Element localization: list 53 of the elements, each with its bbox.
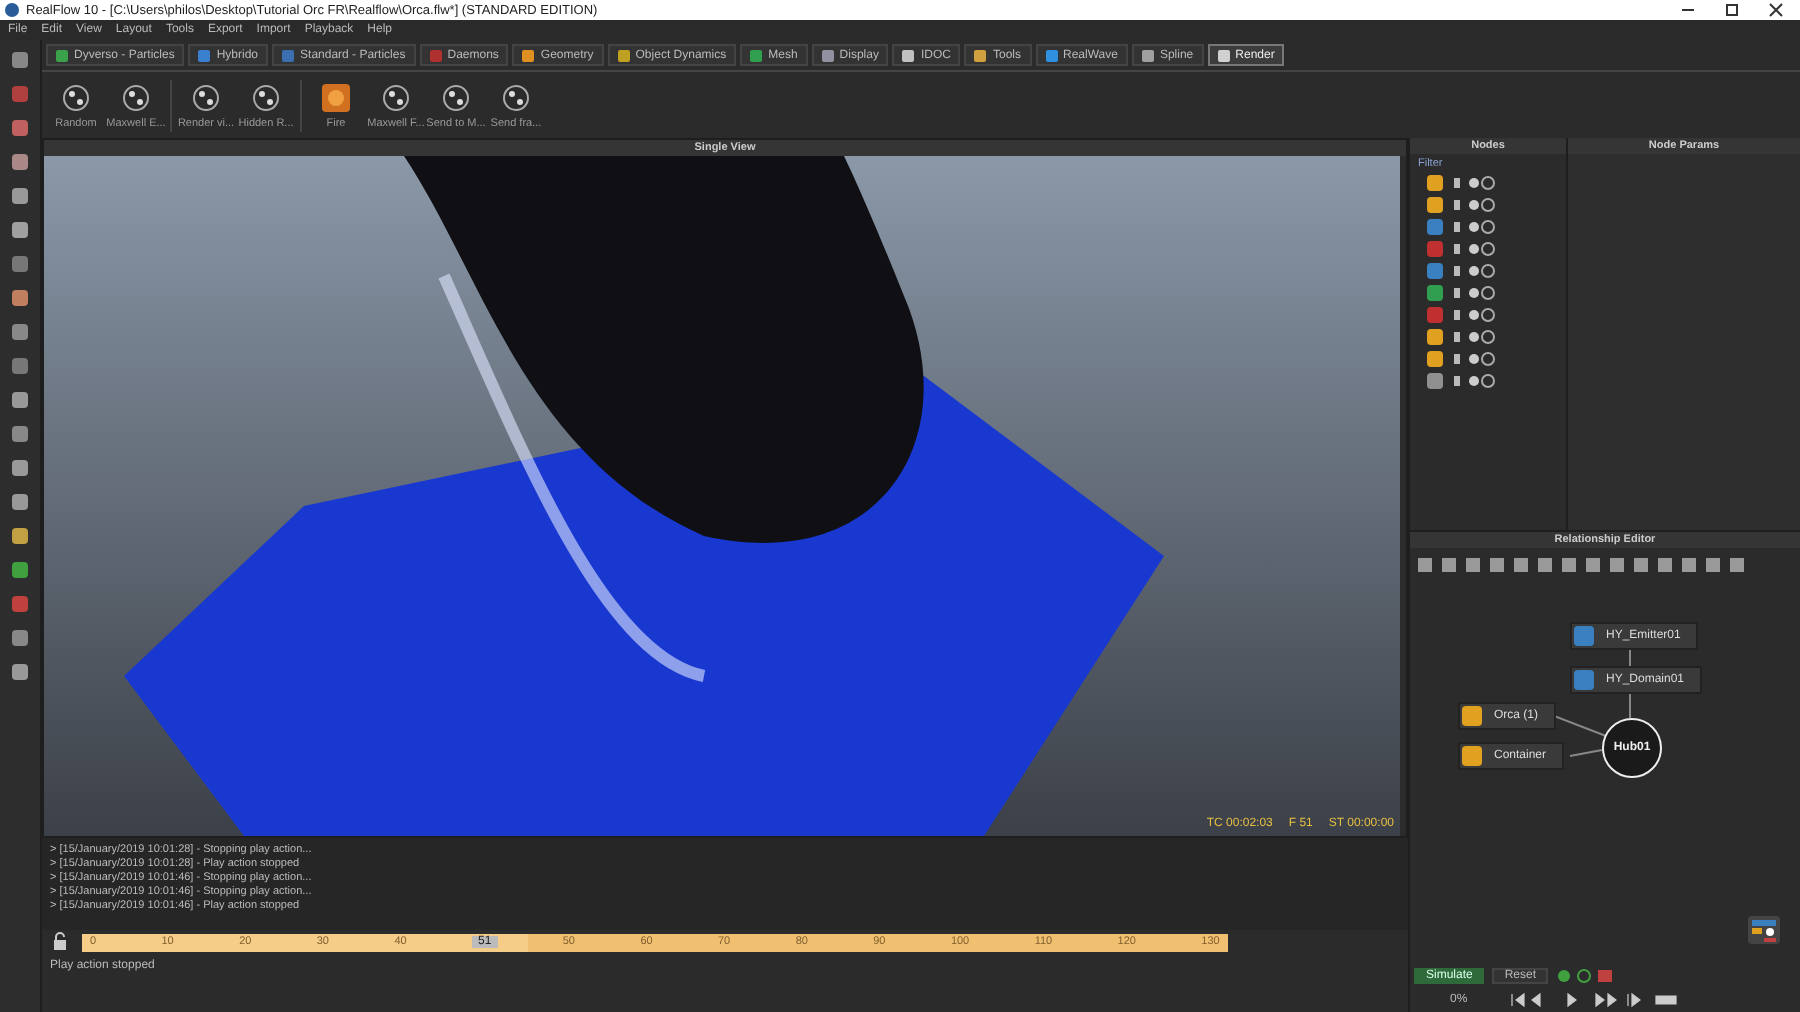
visibility-toggles-icon[interactable] [1452, 286, 1496, 300]
tool-icon[interactable] [8, 592, 32, 616]
node-icon[interactable] [1426, 174, 1444, 192]
tool-icon[interactable] [8, 82, 32, 106]
particles-icon [250, 81, 282, 113]
tool-icon[interactable] [8, 286, 32, 310]
visibility-toggles-icon[interactable] [1452, 242, 1496, 256]
particles-icon [440, 81, 472, 113]
node-icon[interactable] [1426, 350, 1444, 368]
flame-icon [320, 81, 352, 113]
visibility-toggles-icon[interactable] [1452, 308, 1496, 322]
visibility-toggles-icon[interactable] [1452, 220, 1496, 234]
visibility-toggles-icon[interactable] [1452, 352, 1496, 366]
node-icon[interactable] [1426, 372, 1444, 390]
node-icon[interactable] [1426, 284, 1444, 302]
tool-icon[interactable] [8, 252, 32, 276]
tool-icon[interactable] [8, 354, 32, 378]
node-icon[interactable] [1426, 262, 1444, 280]
node-icon[interactable] [1426, 328, 1444, 346]
tool-icon[interactable] [8, 558, 32, 582]
close-icon[interactable] [1768, 2, 1784, 18]
tool-icon[interactable] [8, 660, 32, 684]
tool-icon[interactable] [8, 48, 32, 72]
tool-icon[interactable] [8, 456, 32, 480]
maximize-icon[interactable] [1724, 2, 1740, 18]
tool-icon[interactable] [8, 150, 32, 174]
visibility-toggles-icon[interactable] [1452, 374, 1496, 388]
tool-icon[interactable] [8, 320, 32, 344]
tool-icon[interactable] [8, 116, 32, 140]
tool-icon[interactable] [8, 524, 32, 548]
tool-icon[interactable] [8, 388, 32, 412]
node-icon[interactable] [1426, 196, 1444, 214]
particles-icon [380, 81, 412, 113]
cache-tools-icon[interactable] [1556, 968, 1617, 984]
tool-icon[interactable] [8, 422, 32, 446]
visibility-toggles-icon[interactable] [1452, 198, 1496, 212]
tool-icon[interactable] [8, 218, 32, 242]
node-icon[interactable] [1426, 306, 1444, 324]
visibility-toggles-icon[interactable] [1452, 176, 1496, 190]
minimap-drawing [1748, 916, 1780, 944]
particles-icon [190, 81, 222, 113]
node-icon[interactable] [1426, 240, 1444, 258]
particles-icon [60, 81, 92, 113]
tool-icon[interactable] [8, 626, 32, 650]
node-icon[interactable] [1426, 218, 1444, 236]
particles-icon [120, 81, 152, 113]
tool-icon[interactable] [8, 490, 32, 514]
visibility-toggles-icon[interactable] [1452, 264, 1496, 278]
lock-icon[interactable] [50, 932, 70, 952]
visibility-toggles-icon[interactable] [1452, 330, 1496, 344]
app-logo-icon [4, 2, 20, 18]
tool-icon[interactable] [8, 184, 32, 208]
particles-icon [500, 81, 532, 113]
